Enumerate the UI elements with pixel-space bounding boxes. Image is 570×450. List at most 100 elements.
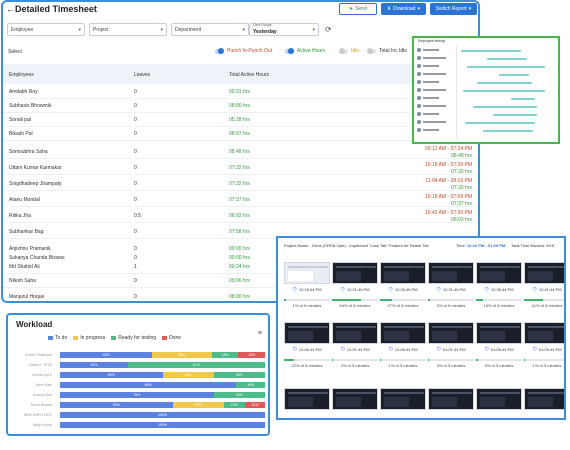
screenshot-thumbnail[interactable] bbox=[476, 262, 522, 284]
screenshot-time: ◷ 12:51:44 PM bbox=[332, 346, 378, 352]
active-hours-switch[interactable] bbox=[285, 47, 294, 54]
switch-report-button[interactable]: Switch Report ▾ bbox=[430, 3, 477, 15]
idle-switch[interactable] bbox=[339, 47, 348, 54]
employee-list-item[interactable] bbox=[417, 86, 453, 94]
workload-segment[interactable]: 50% bbox=[60, 372, 163, 378]
activity-bar bbox=[493, 114, 537, 116]
screenshot-thumbnail[interactable] bbox=[380, 388, 426, 410]
employee-list-item[interactable] bbox=[417, 62, 453, 70]
punch-in-out-range: 09:12 AM - 07:34 PM bbox=[425, 146, 472, 152]
employee-name-placeholder bbox=[423, 73, 446, 75]
punch-toggle[interactable]: Punch In-Punch Out bbox=[215, 47, 272, 54]
employee-list-item[interactable] bbox=[417, 102, 453, 110]
workload-segment[interactable]: 13% bbox=[211, 352, 239, 358]
employee-list-item[interactable] bbox=[417, 94, 453, 102]
avatar bbox=[417, 48, 421, 52]
workload-bar[interactable]: 50% 25% 25% bbox=[60, 372, 265, 378]
screenshot-thumbnail[interactable] bbox=[380, 322, 426, 344]
refresh-icon[interactable]: ⟳ bbox=[325, 25, 332, 34]
employee-list-item[interactable] bbox=[417, 110, 453, 118]
legend-swatch bbox=[48, 336, 53, 340]
workload-segment[interactable]: 45% bbox=[60, 352, 153, 358]
idle-toggle[interactable]: Idle bbox=[339, 47, 359, 54]
back-arrow-icon[interactable]: ← bbox=[6, 4, 15, 14]
employee-list-item[interactable] bbox=[417, 78, 453, 86]
table-row[interactable]: Subhasis Bhowmik008:00 hrs10:12 AM - 07:… bbox=[3, 99, 478, 113]
total-inc-idle-switch[interactable] bbox=[367, 47, 376, 54]
punch-in-out-range: 10:18 AM - 07:39 PM bbox=[425, 162, 472, 168]
employee-name: Snigdhadeep Jhampaty bbox=[9, 181, 62, 187]
punch-switch[interactable] bbox=[215, 47, 224, 54]
date-range-select[interactable]: Date Range Yesterday ▾ bbox=[249, 23, 319, 36]
screenshot-thumbnail[interactable] bbox=[380, 262, 426, 284]
screenshot-thumbnail[interactable] bbox=[428, 322, 474, 344]
screenshot-thumbnail[interactable] bbox=[284, 322, 330, 344]
workload-segment[interactable]: 13% bbox=[238, 352, 265, 358]
employee-list-item[interactable] bbox=[417, 126, 453, 134]
screenshot-thumbnail[interactable] bbox=[524, 262, 564, 284]
legend-item: Ready for testing bbox=[111, 335, 156, 341]
screenshot-thumbnail[interactable] bbox=[476, 322, 522, 344]
workload-segment[interactable]: 100% bbox=[60, 412, 265, 418]
employee-list-item[interactable] bbox=[417, 70, 453, 78]
workload-bar[interactable]: 100% bbox=[60, 422, 265, 428]
download-button[interactable]: ⬇ Download ▾ bbox=[381, 3, 426, 15]
workload-segment[interactable]: 100% bbox=[60, 422, 265, 428]
table-row[interactable]: Ritika Jha 0.5 06:03 hrs 10:42 AM - 07:30 P… bbox=[3, 209, 478, 223]
table-row[interactable]: Somsubhra Saha 0 08:48 hrs 09:12 AM - 07:34… bbox=[3, 145, 478, 159]
employee-select[interactable]: Employee ▾ bbox=[7, 23, 85, 36]
screenshot-thumbnail[interactable] bbox=[524, 388, 564, 410]
clock-icon: ◷ bbox=[436, 286, 441, 292]
send-button[interactable]: ➤ Send bbox=[339, 3, 377, 15]
active-hours-toggle[interactable]: Active Hours bbox=[285, 47, 325, 54]
menu-icon[interactable]: ≡ bbox=[258, 330, 262, 337]
screenshot-thumbnail[interactable] bbox=[428, 388, 474, 410]
workload-segment[interactable]: 86% bbox=[60, 382, 237, 388]
table-row[interactable]: Sonali pal005:28 hrs12:03 PM - 11:51 PM0… bbox=[3, 113, 478, 127]
workload-segment[interactable]: 55% bbox=[60, 402, 173, 408]
workload-segment[interactable]: 67% bbox=[127, 362, 265, 368]
department-select[interactable]: Department ▾ bbox=[171, 23, 249, 36]
employee-list-item[interactable] bbox=[417, 118, 453, 126]
screenshot-thumbnail[interactable] bbox=[476, 388, 522, 410]
workload-bar[interactable]: 55% 25% 10% 10% bbox=[60, 402, 265, 408]
workload-segment[interactable]: 25% bbox=[213, 372, 265, 378]
workload-bar[interactable]: 45% 29% 13% 13% bbox=[60, 352, 265, 358]
screenshot-thumbnail[interactable] bbox=[284, 262, 330, 284]
employee-name: Ritika Jha bbox=[9, 213, 31, 219]
screenshot-thumbnail[interactable] bbox=[332, 388, 378, 410]
table-row[interactable]: Uttam Kumar Karmakar 0 07:32 hrs 10:18 AM -… bbox=[3, 161, 478, 175]
employee-list-item[interactable] bbox=[417, 46, 453, 54]
table-row[interactable]: Atanu Mondal 0 07:37 hrs 10:18 AM - 07:59 P… bbox=[3, 193, 478, 207]
total-inc-idle-toggle[interactable]: Total Inc Idle bbox=[367, 47, 407, 54]
table-row[interactable]: Amitabh Roy000:31 hrs07:28 PM - 07:59 PM… bbox=[3, 85, 478, 99]
activity-progress-bar bbox=[476, 359, 522, 361]
employee-list-item[interactable] bbox=[417, 54, 453, 62]
workload-bar[interactable]: 86% 14% bbox=[60, 382, 265, 388]
workload-bar[interactable]: 75% 25% bbox=[60, 392, 265, 398]
screenshot-thumbnail[interactable] bbox=[284, 388, 330, 410]
project-select[interactable]: Project ▾ bbox=[89, 23, 167, 36]
workload-segment[interactable]: 29% bbox=[152, 352, 212, 358]
workload-segment[interactable]: 25% bbox=[162, 372, 214, 378]
workload-segment[interactable]: 14% bbox=[236, 382, 265, 388]
workload-segment[interactable]: 25% bbox=[172, 402, 224, 408]
table-row[interactable]: Bikash Pal008:07 hrs10:34 AM - 07:54 PM0… bbox=[3, 127, 478, 141]
workload-segment[interactable]: 33% bbox=[60, 362, 128, 368]
activity-progress-fill bbox=[428, 359, 430, 361]
screenshot-thumbnail[interactable] bbox=[524, 322, 564, 344]
gallery-time-range: Time: 12:16 PM - 01:09 PM bbox=[456, 243, 505, 248]
activity-progress-fill bbox=[476, 299, 483, 301]
table-row[interactable]: Snigdhadeep Jhampaty 0 07:32 hrs 11:04 AM -… bbox=[3, 177, 478, 191]
workload-segment[interactable]: 10% bbox=[224, 402, 245, 408]
screenshot-thumbnail[interactable] bbox=[332, 322, 378, 344]
workload-bar[interactable]: 100% bbox=[60, 412, 265, 418]
screenshot-time-value: 12:16:44 PM bbox=[298, 286, 322, 292]
workload-segment[interactable]: 10% bbox=[244, 402, 265, 408]
screenshot-thumbnail[interactable] bbox=[332, 262, 378, 284]
workload-segment[interactable]: 75% bbox=[60, 392, 214, 398]
workload-bar[interactable]: 33% 67% bbox=[60, 362, 265, 368]
workload-segment[interactable]: 25% bbox=[213, 392, 265, 398]
employee-name: Sonali pal bbox=[9, 117, 31, 123]
screenshot-thumbnail[interactable] bbox=[428, 262, 474, 284]
